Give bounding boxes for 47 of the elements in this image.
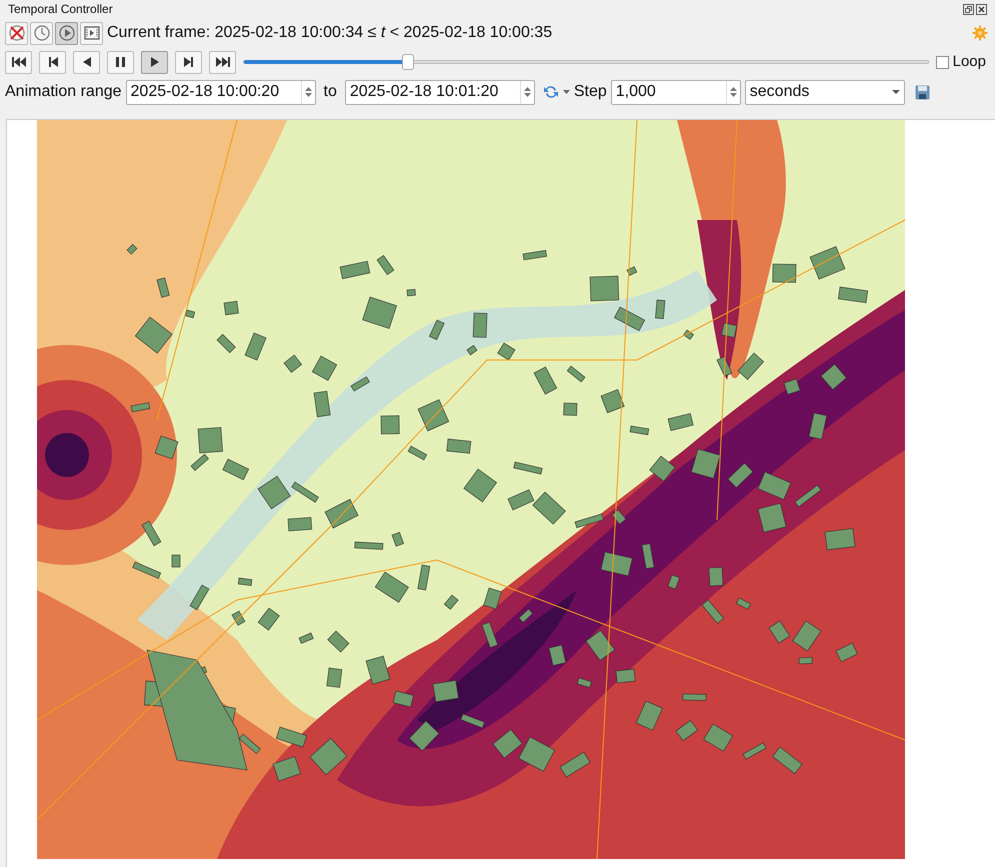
spin-up-icon[interactable]: [304, 87, 312, 91]
current-frame-text: Current frame: 2025-02-18 10:00:34 ≤ t < 2025-02-18 10:00:35: [107, 23, 552, 43]
step-field[interactable]: 1,000: [610, 80, 741, 104]
mode-button[interactable]: [30, 22, 53, 44]
playback-button[interactable]: [175, 50, 202, 74]
unit-dropdown[interactable]: seconds: [744, 80, 905, 104]
float-icon[interactable]: [963, 4, 974, 14]
mode-button[interactable]: [80, 22, 103, 44]
playback-button[interactable]: [107, 50, 134, 74]
play-circle-icon: [58, 24, 76, 42]
skip-to-start-icon: [12, 57, 26, 67]
play-icon: [150, 57, 158, 67]
mode-button[interactable]: [5, 22, 28, 44]
refresh-icon[interactable]: [542, 84, 559, 100]
dropdown-caret-icon[interactable]: [562, 90, 570, 94]
panel-title: Temporal Controller: [8, 1, 113, 18]
spin-up-icon[interactable]: [730, 87, 737, 91]
playback-button[interactable]: [5, 50, 32, 74]
loop-checkbox[interactable]: [936, 56, 949, 68]
film-icon: [82, 24, 100, 42]
range-label: Animation range: [5, 82, 122, 102]
range-end-field[interactable]: 2025-02-18 10:01:20: [344, 80, 535, 104]
range-start-field[interactable]: 2025-02-18 10:00:20: [126, 80, 316, 104]
playback-button[interactable]: [141, 50, 168, 74]
spin-up-icon[interactable]: [524, 87, 531, 91]
caret-icon: [892, 90, 900, 94]
spin-down-icon[interactable]: [524, 93, 531, 97]
playback-button[interactable]: [73, 50, 100, 74]
step-label: Step: [574, 82, 607, 102]
spin-down-icon[interactable]: [304, 93, 312, 97]
save-icon[interactable]: [914, 84, 930, 100]
spin-down-icon[interactable]: [730, 93, 737, 97]
mode-button[interactable]: [55, 22, 78, 44]
playback-button[interactable]: [209, 50, 236, 74]
reverse-icon: [82, 57, 90, 67]
step-forward-icon: [184, 57, 194, 67]
step-back-icon: [48, 57, 58, 67]
close-icon[interactable]: [976, 4, 987, 14]
skip-to-end-icon: [216, 57, 230, 67]
timeline-slider[interactable]: [243, 54, 929, 70]
loop-label: Loop: [952, 52, 986, 72]
clock-off-icon: [8, 24, 26, 42]
to-label: to: [324, 82, 337, 102]
clock-icon: [32, 24, 50, 42]
playback-button[interactable]: [39, 50, 66, 74]
pause-icon: [116, 57, 125, 67]
slider-handle[interactable]: [402, 54, 414, 70]
